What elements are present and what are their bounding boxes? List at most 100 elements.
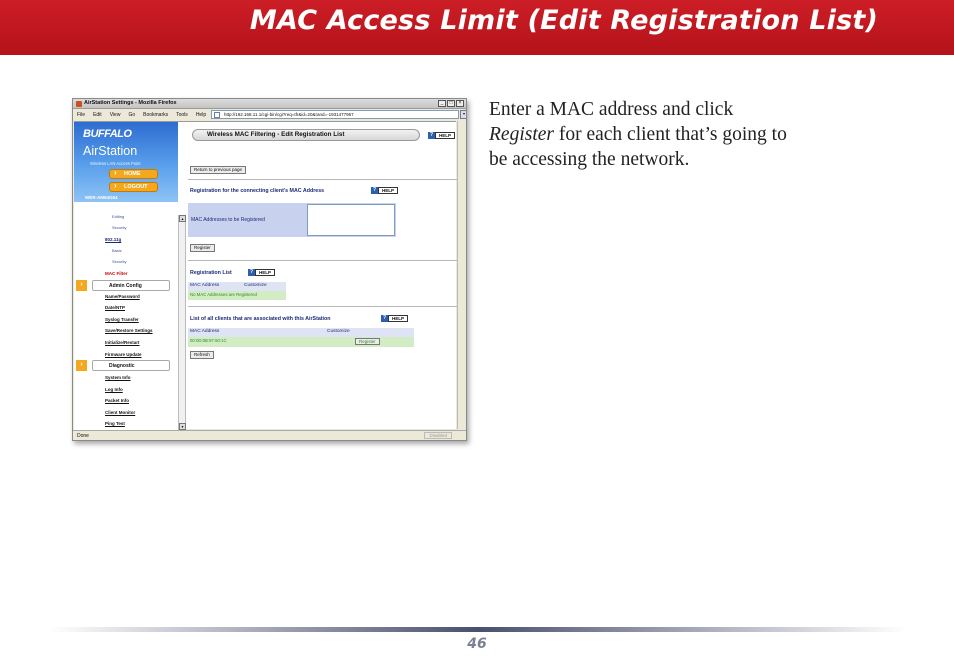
window-title: AirStation Settings - Mozilla Firefox: [84, 100, 177, 106]
maximize-icon[interactable]: □: [447, 100, 455, 107]
menu-save-restore[interactable]: Save/Restore Settings: [105, 328, 153, 333]
help-icon: ?: [371, 186, 378, 194]
scroll-up-icon[interactable]: ▴: [179, 215, 186, 222]
column-mac: MAC Address: [190, 329, 220, 334]
mac-address-input[interactable]: [307, 204, 395, 236]
client-register-button[interactable]: Register: [355, 338, 380, 345]
airstation-logo: AirStation: [83, 144, 138, 158]
registration-list-title: Registration List: [190, 270, 232, 276]
panel-title: Wireless MAC Filtering - Edit Registrati…: [192, 129, 420, 141]
url-bar[interactable]: http://192.168.11.1/cgi-bin/cgi?req=tfr&…: [211, 110, 466, 119]
menu-go[interactable]: Go: [128, 112, 135, 118]
page-content: BUFFALO AirStation Wireless LAN Access P…: [74, 121, 462, 430]
main-panel: Wireless MAC Filtering - Edit Registrati…: [188, 122, 462, 430]
mac-label: MAC Addresses to be Registered: [191, 217, 265, 223]
logout-button[interactable]: LOGOUT: [109, 182, 158, 192]
minimize-icon[interactable]: _: [438, 100, 446, 107]
column-mac: MAC Address: [190, 283, 220, 288]
registration-section-title: Registration for the connecting client's…: [190, 188, 325, 194]
menu-mac-filter[interactable]: MAC Filter: [105, 271, 128, 276]
diagnostic-section[interactable]: › Diagnostic: [76, 360, 170, 371]
register-emphasis: Register: [489, 124, 554, 145]
brand-tagline: Wireless LAN Access Point: [90, 161, 141, 166]
menu-help[interactable]: Help: [196, 112, 206, 118]
menu-packet-info[interactable]: Packet Info: [105, 398, 129, 403]
close-icon[interactable]: ×: [456, 100, 464, 107]
empty-list-message: No MAC Addresses are Registered: [190, 292, 257, 297]
table-row: No MAC Addresses are Registered: [188, 291, 286, 300]
menu-editing[interactable]: Editing: [112, 214, 124, 219]
section-arrow-icon: ›: [76, 360, 87, 371]
page-title: MAC Access Limit (Edit Registration List…: [249, 5, 878, 36]
instruction-text: Enter a MAC address and click Register f…: [489, 97, 889, 172]
menu-basic[interactable]: Basic: [112, 248, 122, 253]
menu-security[interactable]: Security: [112, 225, 126, 230]
menu-file[interactable]: File: [77, 112, 85, 118]
menu-system-info[interactable]: System Info: [105, 375, 131, 380]
menu-security-11g[interactable]: Security: [112, 259, 126, 264]
window-titlebar: AirStation Settings - Mozilla Firefox _ …: [73, 99, 466, 109]
associated-clients-title: List of all clients that are associated …: [190, 316, 331, 322]
browser-screenshot: AirStation Settings - Mozilla Firefox _ …: [72, 98, 467, 441]
help-icon: ?: [381, 314, 388, 322]
column-customize: Customize: [327, 329, 350, 334]
menu-log-info[interactable]: Log Info: [105, 387, 123, 392]
url-dropdown-icon[interactable]: ▾: [460, 110, 466, 119]
table-header: MAC Address Customize: [188, 282, 286, 291]
menu-edit[interactable]: Edit: [93, 112, 102, 118]
menu-date-ntp[interactable]: Date/NTP: [105, 305, 125, 310]
help-icon: ?: [248, 268, 255, 276]
status-bar: Done Disabled: [73, 430, 466, 440]
table-header: MAC Address Customize: [188, 328, 414, 337]
client-mac-address: 00:0D:0B:97:60:1C: [190, 338, 227, 343]
settings-sidebar: BUFFALO AirStation Wireless LAN Access P…: [74, 122, 186, 430]
menu-firmware-update[interactable]: Firmware Update: [105, 352, 142, 357]
admin-config-label: Admin Config: [109, 283, 142, 289]
menu-client-monitor[interactable]: Client Monitor: [105, 410, 135, 415]
menu-name-password[interactable]: Name/Password: [105, 294, 140, 299]
home-button[interactable]: HOME: [109, 169, 158, 179]
diagnostic-label: Diagnostic: [109, 363, 135, 369]
page-scrollbar[interactable]: [457, 121, 466, 429]
menu-initialize-restart[interactable]: Initialize/Restart: [105, 340, 140, 345]
window-controls: _ □ ×: [438, 100, 464, 107]
instruction-line-1: Enter a MAC address and click: [489, 99, 734, 120]
menu-80211g[interactable]: 802.11g: [105, 237, 121, 242]
instruction-line-2: Register for each client that’s going to: [489, 124, 787, 145]
page-icon: [214, 112, 220, 118]
divider: [188, 179, 462, 180]
register-button[interactable]: Register: [190, 244, 215, 252]
menu-tools[interactable]: Tools: [176, 112, 188, 118]
menu-ping-test[interactable]: Ping Test: [105, 421, 125, 426]
firefox-icon: [76, 101, 82, 107]
menu-syslog-transfer[interactable]: Syslog Transfer: [105, 317, 139, 322]
menu-bookmarks[interactable]: Bookmarks: [143, 112, 168, 118]
footer-rule: [50, 627, 906, 632]
return-button[interactable]: Return to previous page: [190, 166, 247, 174]
status-indicator: Disabled: [424, 432, 452, 439]
section-arrow-icon: ›: [76, 280, 87, 291]
menu-view[interactable]: View: [110, 112, 121, 118]
help-button-list[interactable]: ? HELP: [248, 268, 276, 276]
mac-entry-row: MAC Addresses to be Registered: [188, 203, 396, 237]
status-text: Done: [77, 433, 89, 439]
table-row: 00:0D:0B:97:60:1C Register: [188, 337, 414, 347]
sidebar-scrollbar[interactable]: ▴ ▾: [178, 215, 186, 430]
instruction-line-3: be accessing the network.: [489, 149, 690, 170]
buffalo-logo: BUFFALO: [83, 128, 132, 140]
model-name: WER-AM54G54: [85, 195, 118, 200]
brand-panel: BUFFALO AirStation Wireless LAN Access P…: [74, 122, 178, 202]
page-number: 46: [467, 636, 487, 652]
page-header: MAC Access Limit (Edit Registration List…: [0, 0, 954, 55]
divider: [188, 306, 462, 307]
scroll-down-icon[interactable]: ▾: [179, 423, 186, 430]
column-customize: Customize: [244, 283, 267, 288]
help-button-associated[interactable]: ? HELP: [381, 314, 409, 322]
help-icon: ?: [428, 131, 435, 139]
divider: [188, 260, 462, 261]
refresh-button[interactable]: Refresh: [190, 351, 214, 359]
url-text: http://192.168.11.1/cgi-bin/cgi?req=tfr&…: [224, 112, 354, 117]
help-button-registration[interactable]: ? HELP: [371, 186, 399, 194]
help-button-title[interactable]: ? HELP: [428, 131, 456, 139]
admin-config-section[interactable]: › Admin Config: [76, 280, 170, 291]
